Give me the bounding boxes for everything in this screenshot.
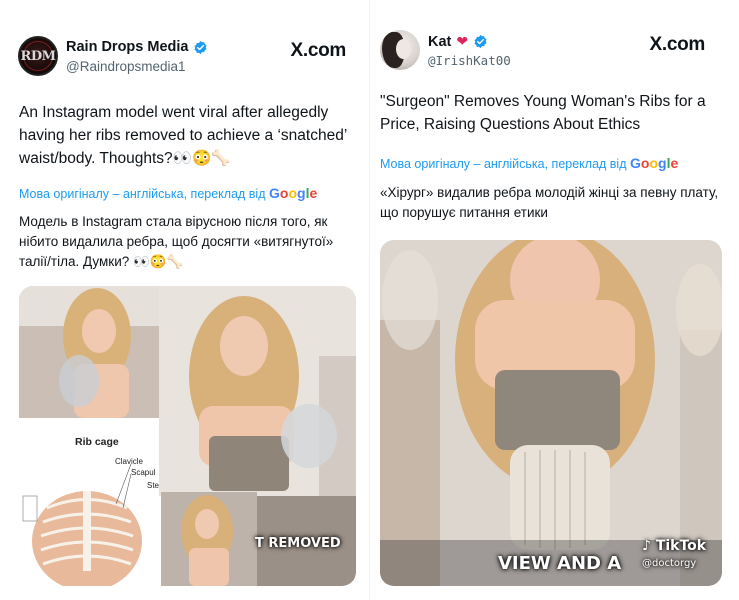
author-handle[interactable]: @Raindropsmedia1: [66, 59, 186, 74]
post-media-video[interactable]: VIEW AND A ♪ TikTok @doctorgy: [380, 240, 722, 586]
google-logo: Google: [630, 155, 679, 171]
author-row: Kat ❤: [428, 33, 488, 50]
diagram-label-clavicle: Clavicle: [115, 457, 144, 466]
author-handle[interactable]: @IrishKat00: [428, 53, 511, 68]
post-card-kat: Kat ❤ @IrishKat00 X.com "Surgeon" Remove…: [370, 0, 739, 600]
post-text: An Instagram model went viral after alle…: [19, 104, 347, 167]
video-caption: VIEW AND A: [498, 553, 622, 574]
diagram-title: Rib cage: [75, 436, 119, 448]
translation-notice[interactable]: Мова оригіналу – англійська, переклад ві…: [380, 155, 678, 171]
verified-badge-icon: [194, 40, 207, 54]
tiktok-watermark: ♪ TikTok: [642, 538, 706, 554]
verified-badge-icon: [474, 34, 487, 49]
author-name[interactable]: Rain Drops Media: [66, 39, 188, 55]
author-name[interactable]: Kat: [428, 34, 451, 50]
avatar-face: [396, 39, 411, 59]
tiktok-icon: ♪: [642, 538, 651, 554]
post-header: Kat ❤ @IrishKat00 X.com: [380, 30, 719, 80]
post-header: RDM Rain Drops Media @Raindropsmedia1 X.…: [18, 36, 360, 86]
diagram-label-scapula: Scapul: [131, 468, 156, 477]
post-media-collage[interactable]: Rib cage Clavicle Scapul Ste T REMOVED: [19, 286, 356, 586]
x-logo: X.com: [649, 34, 705, 55]
heart-icon: ❤: [456, 33, 469, 49]
google-logo: Google: [269, 185, 318, 201]
avatar[interactable]: [380, 30, 420, 70]
post-text: "Surgeon" Removes Young Woman's Ribs for…: [380, 93, 706, 133]
tiktok-label: TikTok: [655, 538, 707, 554]
diagram-label-sternum: Ste: [147, 481, 160, 490]
translated-text: «Хірург» видалив ребра молодій жінці за …: [380, 185, 719, 220]
tiktok-handle: @doctorgy: [642, 558, 697, 569]
author-row: Rain Drops Media: [66, 39, 208, 55]
post-card-rain-drops-media: RDM Rain Drops Media @Raindropsmedia1 X.…: [0, 0, 370, 600]
translation-label: Мова оригіналу – англійська, переклад ві…: [380, 157, 627, 171]
avatar-monogram: RDM: [20, 49, 56, 64]
x-logo: X.com: [290, 40, 346, 61]
translated-text: Модель в Instagram стала вірусною після …: [19, 214, 334, 269]
avatar[interactable]: RDM: [18, 36, 58, 76]
media-image: [380, 240, 722, 586]
video-caption: T REMOVED: [255, 536, 341, 551]
translation-label: Мова оригіналу – англійська, переклад ві…: [19, 187, 266, 201]
translation-notice[interactable]: Мова оригіналу – англійська, переклад ві…: [19, 185, 317, 201]
